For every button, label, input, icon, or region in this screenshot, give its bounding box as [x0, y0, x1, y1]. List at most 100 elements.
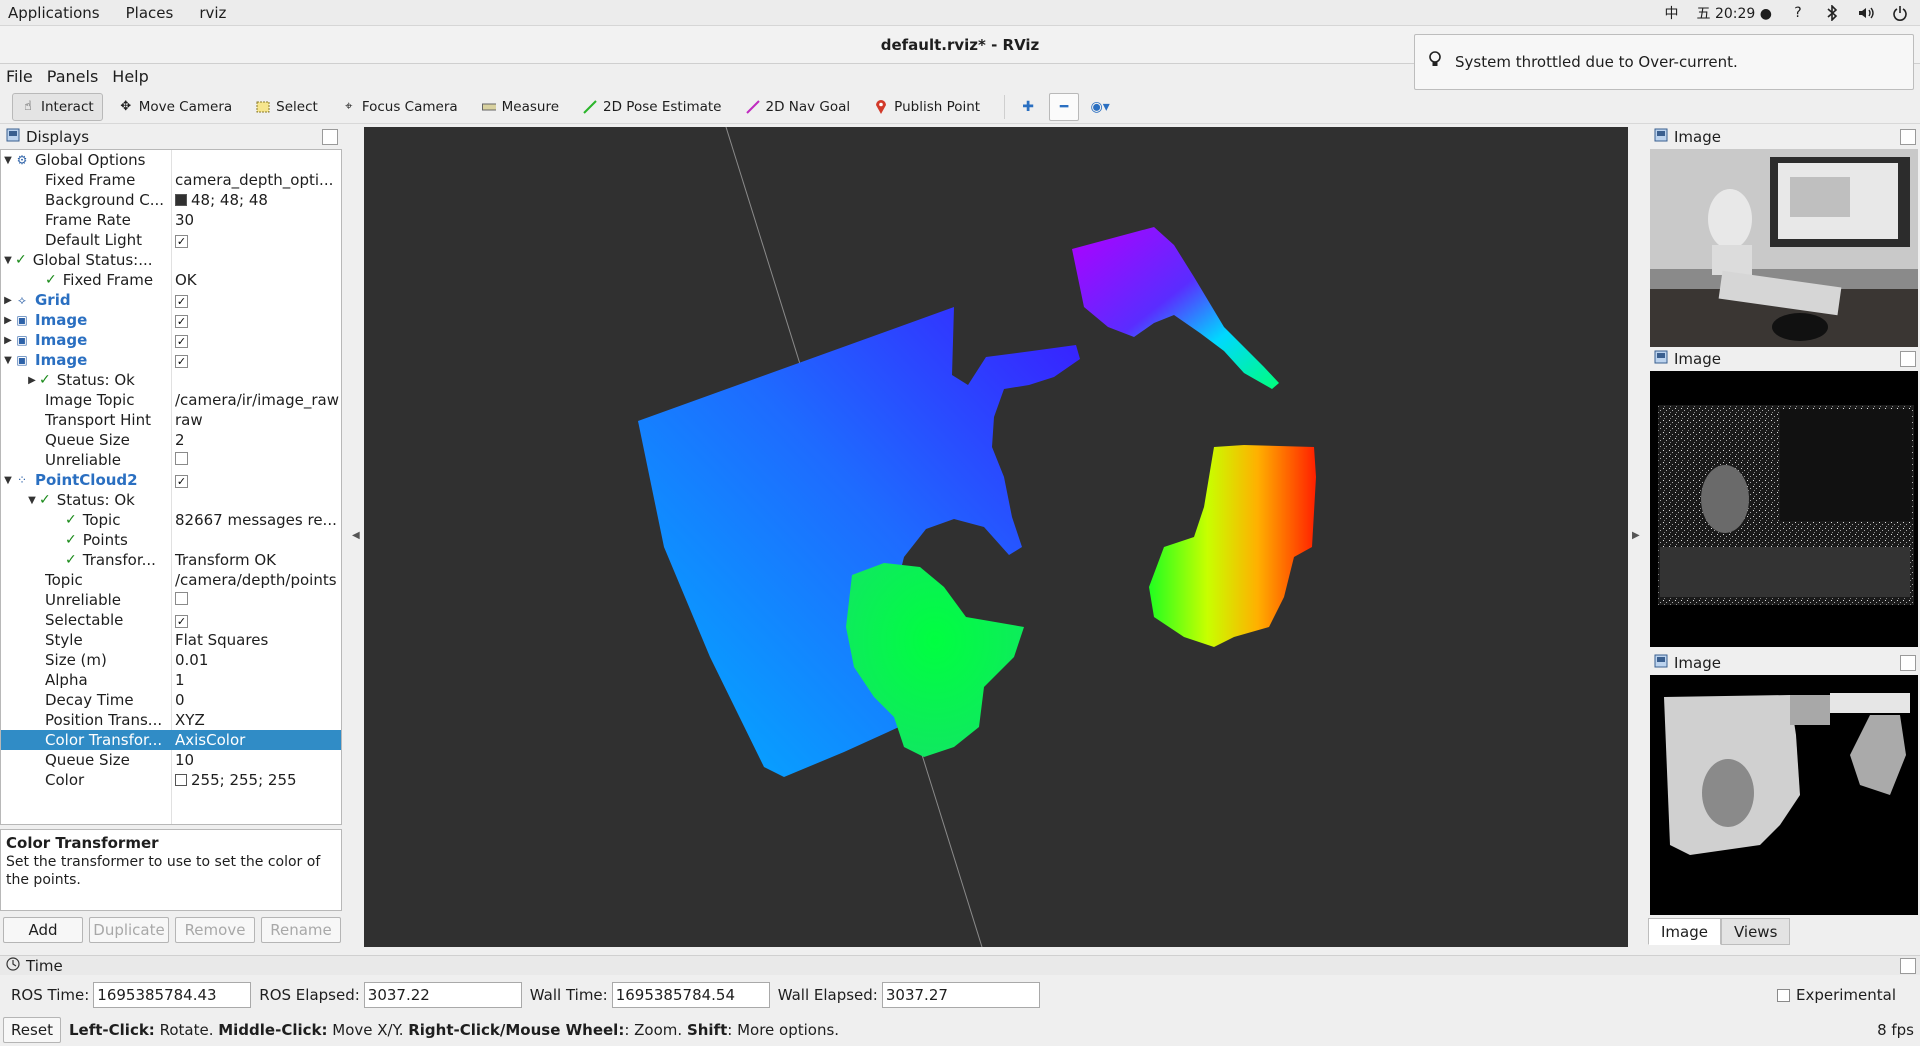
collapse-arrow-icon[interactable]: ▼ [1, 355, 15, 366]
property-value[interactable]: 30 [171, 211, 341, 229]
tree-row-transport-hint[interactable]: Transport Hint raw [1, 410, 341, 430]
tree-row-image-2[interactable]: ▶ ▣ Image ✓ [1, 330, 341, 350]
collapse-arrow-icon[interactable]: ▼ [1, 475, 15, 486]
experimental-checkbox[interactable] [1776, 988, 1790, 1002]
input-method-indicator[interactable]: 中 [1665, 3, 1679, 23]
ros-elapsed-field[interactable]: 3037.22 [363, 982, 522, 1008]
menu-panels[interactable]: Panels [47, 67, 99, 86]
experimental-toggle[interactable]: Experimental [1776, 986, 1896, 1004]
wall-time-field[interactable]: 1695385784.54 [611, 982, 770, 1008]
unreliable-checkbox[interactable] [175, 452, 188, 465]
property-value[interactable]: XYZ [171, 711, 341, 729]
image-1-enabled-checkbox[interactable]: ✓ [175, 315, 188, 328]
remove-tool-button[interactable]: ━ [1049, 92, 1080, 121]
panel-float-button[interactable] [1900, 129, 1916, 145]
tree-row-unreliable[interactable]: Unreliable [1, 590, 341, 610]
tree-row-style[interactable]: Style Flat Squares [1, 630, 341, 650]
collapse-arrow-icon[interactable]: ▼ [1, 155, 15, 166]
panel-float-button[interactable] [1900, 957, 1916, 974]
tree-row-status-topic[interactable]: ✓ Topic 82667 messages re... [1, 510, 341, 530]
wall-elapsed-field[interactable]: 3037.27 [881, 982, 1040, 1008]
unreliable-checkbox[interactable] [175, 592, 188, 605]
property-value[interactable]: /camera/ir/image_raw [171, 391, 341, 409]
nav-goal-tool-button[interactable]: 2D Nav Goal [738, 93, 859, 121]
property-value[interactable]: 10 [171, 751, 341, 769]
property-value[interactable]: 48; 48; 48 [171, 191, 341, 209]
property-value[interactable]: Flat Squares [171, 631, 341, 649]
property-value[interactable]: raw [171, 411, 341, 429]
duplicate-display-button[interactable]: Duplicate [89, 917, 169, 943]
menu-file[interactable]: File [6, 67, 33, 86]
property-value[interactable]: camera_depth_opti... [171, 171, 341, 189]
tree-row-status-transform[interactable]: ✓ Transfor... Transform OK [1, 550, 341, 570]
pose-estimate-tool-button[interactable]: 2D Pose Estimate [575, 93, 729, 121]
tree-row-grid[interactable]: ▶ ⟡ Grid ✓ [1, 290, 341, 310]
add-display-button[interactable]: Add [3, 917, 83, 943]
tree-row-pointcloud2[interactable]: ▼ ⁘ PointCloud2 ✓ [1, 470, 341, 490]
rename-display-button[interactable]: Rename [261, 917, 341, 943]
expand-arrow-icon[interactable]: ▶ [1, 315, 15, 326]
remove-display-button[interactable]: Remove [175, 917, 255, 943]
menu-help[interactable]: Help [112, 67, 148, 86]
tree-row-size[interactable]: Size (m) 0.01 [1, 650, 341, 670]
expand-arrow-icon[interactable]: ▶ [1, 335, 15, 346]
tree-row-status-points[interactable]: ✓ Points [1, 530, 341, 550]
measure-tool-button[interactable]: Measure [474, 93, 567, 121]
panel-float-button[interactable] [1900, 351, 1916, 367]
add-tool-button[interactable]: ✚ [1013, 93, 1043, 121]
image-3-enabled-checkbox[interactable]: ✓ [175, 355, 188, 368]
selectable-checkbox[interactable]: ✓ [175, 615, 188, 628]
rviz-app-menu[interactable]: rviz [199, 4, 226, 22]
tree-row-image-topic[interactable]: Image Topic /camera/ir/image_raw [1, 390, 341, 410]
applications-menu[interactable]: Applications [8, 4, 100, 22]
right-splitter-arrow-icon[interactable]: ▶ [1632, 530, 1640, 541]
time-panel-title-bar[interactable]: Time [0, 955, 1920, 975]
clock[interactable]: 五 20:29 ● [1697, 3, 1772, 23]
tree-row-unreliable-image[interactable]: Unreliable [1, 450, 341, 470]
tree-row-background-color[interactable]: Background C... 48; 48; 48 [1, 190, 341, 210]
left-splitter-arrow-icon[interactable]: ◀ [352, 530, 360, 541]
tree-row-color-transformer[interactable]: Color Transfor... AxisColor [1, 730, 341, 750]
property-value[interactable]: 0 [171, 691, 341, 709]
tree-row-alpha[interactable]: Alpha 1 [1, 670, 341, 690]
default-light-checkbox[interactable]: ✓ [175, 235, 188, 248]
displays-panel-title-bar[interactable]: Displays [0, 127, 342, 147]
publish-point-tool-button[interactable]: Publish Point [866, 93, 988, 121]
tree-row-color[interactable]: Color 255; 255; 255 [1, 770, 341, 790]
property-value[interactable]: AxisColor [171, 731, 341, 749]
volume-icon[interactable] [1858, 5, 1874, 21]
tree-row-topic[interactable]: Topic /camera/depth/points [1, 570, 341, 590]
tree-row-image-status[interactable]: ▶ ✓ Status: Ok [1, 370, 341, 390]
grid-enabled-checkbox[interactable]: ✓ [175, 295, 188, 308]
reset-button[interactable]: Reset [3, 1017, 61, 1043]
pointcloud2-enabled-checkbox[interactable]: ✓ [175, 475, 188, 488]
tree-row-global-status[interactable]: ▼ ✓ Global Status:... [1, 250, 341, 270]
image-panel-1-title-bar[interactable]: Image [1648, 127, 1920, 147]
tree-row-queue-size[interactable]: Queue Size 10 [1, 750, 341, 770]
places-menu[interactable]: Places [126, 4, 174, 22]
tree-row-frame-rate[interactable]: Frame Rate 30 [1, 210, 341, 230]
tree-row-global-options[interactable]: ▼ ⚙ Global Options [1, 150, 341, 170]
displays-tree[interactable]: ▼ ⚙ Global Options Fixed Frame camera_dept… [0, 149, 342, 825]
property-value[interactable]: 2 [171, 431, 341, 449]
tree-row-decay-time[interactable]: Decay Time 0 [1, 690, 341, 710]
focus-camera-tool-button[interactable]: ⌖ Focus Camera [334, 93, 466, 121]
tree-row-queue-size-image[interactable]: Queue Size 2 [1, 430, 341, 450]
panel-float-button[interactable] [1900, 655, 1916, 671]
move-camera-tool-button[interactable]: ✥ Move Camera [111, 93, 240, 121]
notification-popup[interactable]: System throttled due to Over-current. [1414, 34, 1914, 90]
tree-row-position-transformer[interactable]: Position Trans... XYZ [1, 710, 341, 730]
panel-float-button[interactable] [322, 129, 338, 145]
tab-image[interactable]: Image [1648, 918, 1721, 945]
image-panel-3-title-bar[interactable]: Image [1648, 653, 1920, 673]
tree-row-default-light[interactable]: Default Light ✓ [1, 230, 341, 250]
image-panel-2-title-bar[interactable]: Image [1648, 349, 1920, 369]
property-value[interactable]: /camera/depth/points [171, 571, 341, 589]
tree-row-image-1[interactable]: ▶ ▣ Image ✓ [1, 310, 341, 330]
render-view-3d[interactable] [364, 127, 1628, 947]
expand-arrow-icon[interactable]: ▶ [1, 295, 15, 306]
power-icon[interactable] [1892, 5, 1908, 21]
select-tool-button[interactable]: Select [248, 93, 326, 121]
property-value[interactable]: 0.01 [171, 651, 341, 669]
bluetooth-icon[interactable] [1824, 4, 1840, 21]
